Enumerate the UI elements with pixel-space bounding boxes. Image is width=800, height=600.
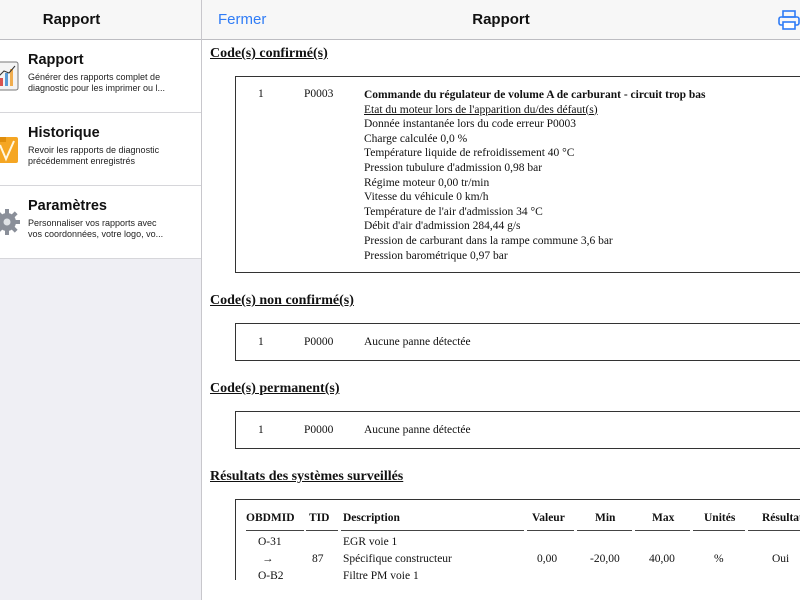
code-details: Commande du régulateur de volume A de ca… — [364, 88, 706, 263]
col-max: Max — [652, 512, 675, 524]
sidebar: Rapport Rapport Générer des rapports com… — [0, 0, 202, 600]
unconfirmed-codes-box: 1 P0000 Aucune panne détectée — [235, 323, 800, 361]
code-index: 1 — [258, 424, 264, 436]
cell-obdmid: O-B2 — [258, 570, 284, 580]
cell-tid: 87 — [312, 553, 324, 565]
sidebar-title: Rapport — [42, 11, 101, 28]
col-tid: TID — [309, 512, 330, 524]
header-separator — [693, 530, 745, 531]
results-table: OBDMID TID Description Valeur Min Max Un… — [235, 499, 800, 580]
confirmed-codes-heading: Code(s) confirmé(s) — [210, 46, 328, 61]
sidebar-header: Rapport — [0, 0, 201, 40]
permanent-codes-heading: Code(s) permanent(s) — [210, 381, 340, 396]
cell-resultat: Oui — [772, 553, 790, 565]
header-separator — [527, 530, 574, 531]
col-valeur: Valeur — [532, 512, 565, 524]
sidebar-item-desc: Revoir les rapports de diagnostic précéd… — [28, 145, 160, 166]
col-resultat: Résultat — [762, 512, 800, 524]
confirmed-codes-box: 1 P0003 Commande du régulateur de volume… — [235, 76, 800, 273]
dtc-code: P0003 — [304, 88, 334, 100]
code-description: Aucune panne détectée — [364, 424, 471, 436]
col-description: Description — [343, 512, 400, 524]
detail-line: Donnée instantanée lors du code erreur P… — [364, 118, 577, 131]
dtc-code: P0000 — [304, 424, 334, 436]
detail-line: Pression de carburant dans la rampe comm… — [364, 234, 613, 247]
report-document: Code(s) confirmé(s) 1 P0003 Commande du … — [202, 40, 800, 580]
header-separator — [341, 530, 524, 531]
report-chart-icon — [0, 61, 19, 91]
cell-unites: % — [714, 553, 724, 565]
dtc-code: P0000 — [304, 336, 334, 348]
sidebar-item-title: Paramètres — [28, 198, 107, 214]
permanent-codes-box: 1 P0000 Aucune panne détectée — [235, 411, 800, 449]
printer-icon[interactable] — [778, 10, 800, 30]
code-index: 1 — [258, 336, 264, 348]
code-description: Commande du régulateur de volume A de ca… — [364, 89, 706, 101]
cell-valeur: 0,00 — [537, 553, 558, 565]
freeze-frame-heading: Etat du moteur lors de l'apparition du/d… — [364, 103, 598, 116]
cell-max: 40,00 — [649, 553, 675, 565]
header-separator — [306, 530, 338, 531]
sidebar-item-title: Rapport — [28, 52, 84, 68]
detail-line: Pression barométrique 0,97 bar — [364, 249, 508, 262]
cell-obdmid: O-31 — [258, 536, 282, 548]
sidebar-item-desc: Générer des rapports complet de diagnost… — [28, 72, 166, 93]
header-separator — [577, 530, 632, 531]
col-obdmid: OBDMID — [246, 512, 295, 524]
cell-obdmid: → — [262, 553, 274, 565]
detail-line: Température liquide de refroidissement 4… — [364, 147, 575, 160]
bottom-area — [202, 580, 800, 600]
detail-line: Régime moteur 0,00 tr/min — [364, 176, 490, 189]
detail-line: Pression tubulure d'admission 0,98 bar — [364, 161, 543, 174]
cell-description: Spécifique constructeur — [343, 553, 452, 565]
header-separator — [635, 530, 690, 531]
unconfirmed-codes-heading: Code(s) non confirmé(s) — [210, 293, 354, 308]
main-header: Fermer Rapport — [202, 0, 800, 40]
folder-icon — [0, 137, 18, 163]
sidebar-item-rapport[interactable]: Rapport Générer des rapports complet de … — [0, 40, 201, 113]
header-separator — [246, 530, 304, 531]
sidebar-item-desc: Personnaliser vos rapports avec vos coor… — [28, 218, 164, 239]
cell-description: Filtre PM voie 1 — [343, 570, 419, 580]
results-heading: Résultats des systèmes surveillés — [210, 469, 404, 484]
detail-line: Charge calculée 0,0 % — [364, 132, 468, 145]
sidebar-item-parametres[interactable]: Paramètres Personnaliser vos rapports av… — [0, 186, 201, 259]
sidebar-item-historique[interactable]: Historique Revoir les rapports de diagno… — [0, 113, 201, 186]
sidebar-item-title: Historique — [28, 125, 100, 141]
header-separator — [748, 530, 800, 531]
col-min: Min — [595, 512, 616, 524]
code-index: 1 — [258, 88, 264, 100]
col-unites: Unités — [704, 512, 736, 524]
detail-line: Vitesse du véhicule 0 km/h — [364, 191, 489, 204]
main-panel: Fermer Rapport Code(s) confirmé(s) 1 P00… — [202, 0, 800, 600]
cell-description: EGR voie 1 — [343, 536, 398, 548]
cell-min: -20,00 — [590, 553, 620, 565]
detail-line: Température de l'air d'admission 34 °C — [364, 205, 543, 218]
sidebar-list: Rapport Générer des rapports complet de … — [0, 40, 201, 259]
code-description: Aucune panne détectée — [364, 336, 471, 348]
detail-line: Débit d'air d'admission 284,44 g/s — [364, 220, 521, 233]
gear-icon — [0, 209, 20, 235]
page-title: Rapport — [472, 11, 530, 28]
